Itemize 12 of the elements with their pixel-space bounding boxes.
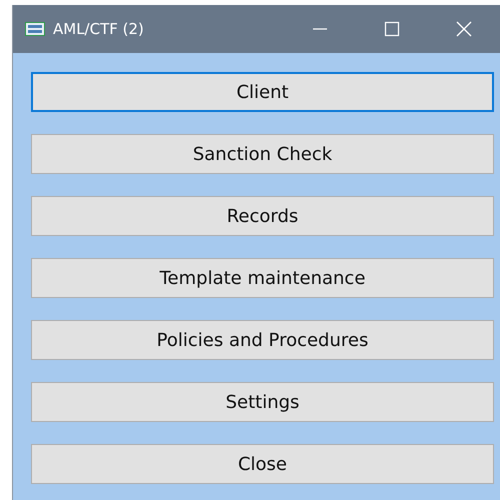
- app-icon: [25, 22, 45, 36]
- menu-button[interactable]: Close: [31, 444, 494, 484]
- window-title: AML/CTF (2): [53, 20, 145, 38]
- minimize-icon: [312, 28, 328, 30]
- menu-button[interactable]: Settings: [31, 382, 494, 422]
- maximize-icon: [384, 21, 400, 37]
- menu-button[interactable]: Template maintenance: [31, 258, 494, 298]
- menu-button[interactable]: Records: [31, 196, 494, 236]
- menu-button[interactable]: Sanction Check: [31, 134, 494, 174]
- menu-button[interactable]: Client: [31, 72, 494, 112]
- close-icon: [456, 21, 472, 37]
- menu-button[interactable]: Policies and Procedures: [31, 320, 494, 360]
